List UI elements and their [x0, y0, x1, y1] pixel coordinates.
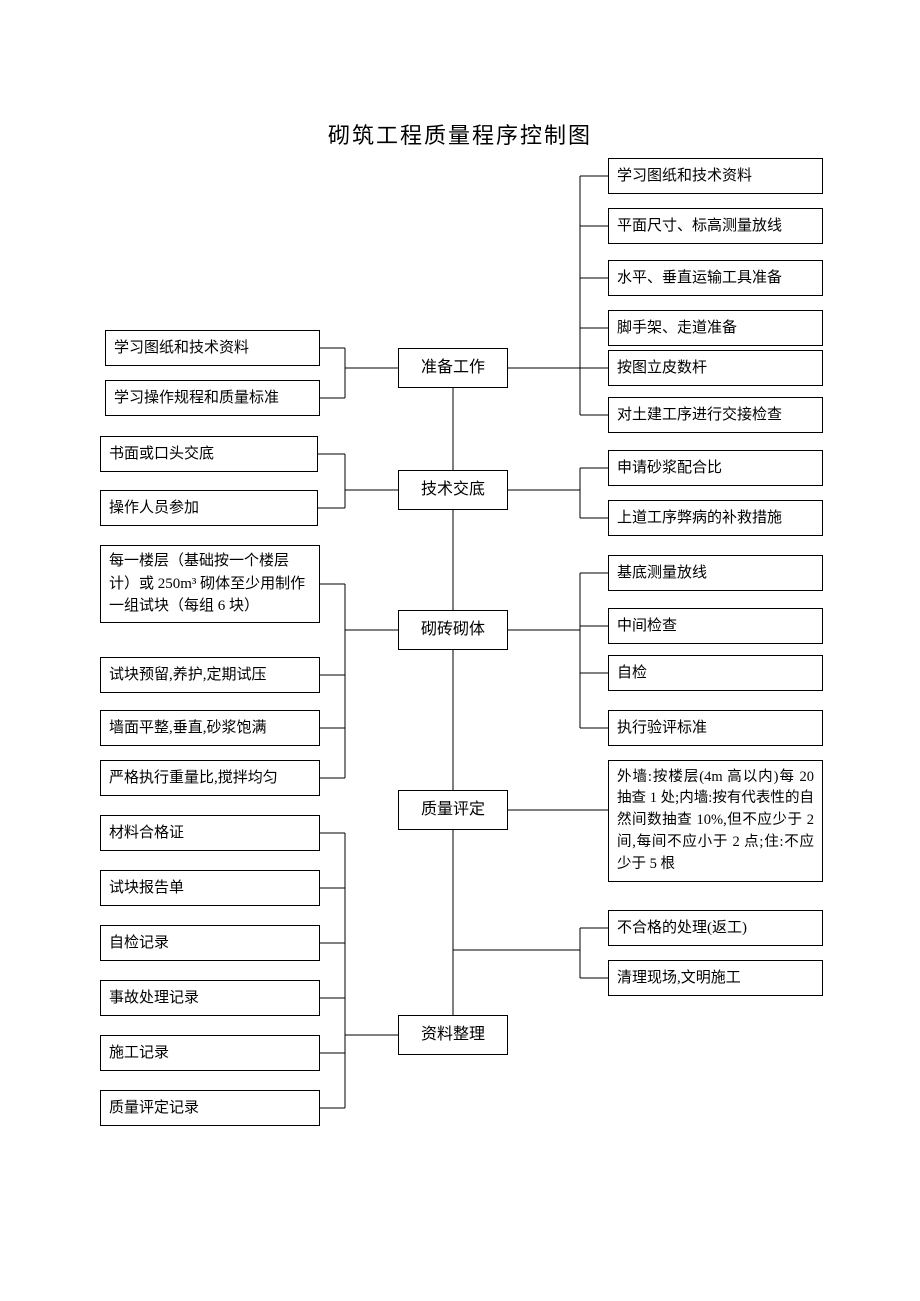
label: 外墙:按楼层(4m 高以内)每 20 抽查 1 处;内墙:按有代表性的自然间数抽…: [617, 767, 814, 876]
label: 资料整理: [421, 1023, 485, 1047]
right-box: 上道工序弊病的补救措施: [608, 500, 823, 536]
label: 墙面平整,垂直,砂浆饱满: [109, 717, 267, 740]
label: 学习图纸和技术资料: [617, 165, 752, 188]
label: 书面或口头交底: [109, 443, 214, 466]
right-box: 学习图纸和技术资料: [608, 158, 823, 194]
left-box: 试块报告单: [100, 870, 320, 906]
page-title: 砌筑工程质量程序控制图: [0, 118, 920, 150]
label: 准备工作: [421, 356, 485, 380]
right-box: 脚手架、走道准备: [608, 310, 823, 346]
label: 基底测量放线: [617, 562, 707, 585]
label: 自检: [617, 662, 647, 685]
label: 水平、垂直运输工具准备: [617, 267, 782, 290]
right-box: 执行验评标准: [608, 710, 823, 746]
label: 试块预留,养护,定期试压: [109, 664, 267, 687]
left-box: 学习图纸和技术资料: [105, 330, 320, 366]
label: 脚手架、走道准备: [617, 317, 737, 340]
label: 事故处理记录: [109, 987, 199, 1010]
node-quality: 质量评定: [398, 790, 508, 830]
label: 上道工序弊病的补救措施: [617, 507, 782, 530]
label: 不合格的处理(返工): [617, 917, 747, 940]
right-box: 平面尺寸、标高测量放线: [608, 208, 823, 244]
left-box: 施工记录: [100, 1035, 320, 1071]
label: 砌砖砌体: [421, 618, 485, 642]
right-box: 清理现场,文明施工: [608, 960, 823, 996]
node-doc: 资料整理: [398, 1015, 508, 1055]
left-box: 书面或口头交底: [100, 436, 318, 472]
left-box: 质量评定记录: [100, 1090, 320, 1126]
label: 学习操作规程和质量标准: [114, 387, 279, 410]
right-box: 对土建工序进行交接检查: [608, 397, 823, 433]
left-box: 操作人员参加: [100, 490, 318, 526]
right-box: 水平、垂直运输工具准备: [608, 260, 823, 296]
label: 质量评定: [421, 798, 485, 822]
left-box: 墙面平整,垂直,砂浆饱满: [100, 710, 320, 746]
right-box: 申请砂浆配合比: [608, 450, 823, 486]
label: 申请砂浆配合比: [617, 457, 722, 480]
label: 严格执行重量比,搅拌均匀: [109, 767, 278, 790]
right-box: 不合格的处理(返工): [608, 910, 823, 946]
left-box: 材料合格证: [100, 815, 320, 851]
label: 质量评定记录: [109, 1097, 199, 1120]
label: 按图立皮数杆: [617, 357, 707, 380]
label: 每一楼层（基础按一个楼层计）或 250m³ 砌体至少用制作一组试块（每组 6 块…: [109, 550, 311, 618]
label: 技术交底: [421, 478, 485, 502]
label: 试块报告单: [109, 877, 184, 900]
label: 清理现场,文明施工: [617, 967, 741, 990]
left-box: 学习操作规程和质量标准: [105, 380, 320, 416]
node-masonry: 砌砖砌体: [398, 610, 508, 650]
label: 对土建工序进行交接检查: [617, 404, 782, 427]
left-box: 每一楼层（基础按一个楼层计）或 250m³ 砌体至少用制作一组试块（每组 6 块…: [100, 545, 320, 623]
label: 施工记录: [109, 1042, 169, 1065]
right-box: 按图立皮数杆: [608, 350, 823, 386]
right-box: 自检: [608, 655, 823, 691]
label: 中间检查: [617, 615, 677, 638]
left-box: 试块预留,养护,定期试压: [100, 657, 320, 693]
label: 材料合格证: [109, 822, 184, 845]
label: 执行验评标准: [617, 717, 707, 740]
left-box: 自检记录: [100, 925, 320, 961]
label: 学习图纸和技术资料: [114, 337, 249, 360]
right-box: 基底测量放线: [608, 555, 823, 591]
label: 自检记录: [109, 932, 169, 955]
node-prep: 准备工作: [398, 348, 508, 388]
left-box: 严格执行重量比,搅拌均匀: [100, 760, 320, 796]
right-box: 外墙:按楼层(4m 高以内)每 20 抽查 1 处;内墙:按有代表性的自然间数抽…: [608, 760, 823, 882]
right-box: 中间检查: [608, 608, 823, 644]
label: 操作人员参加: [109, 497, 199, 520]
label: 平面尺寸、标高测量放线: [617, 215, 782, 238]
node-tech: 技术交底: [398, 470, 508, 510]
left-box: 事故处理记录: [100, 980, 320, 1016]
